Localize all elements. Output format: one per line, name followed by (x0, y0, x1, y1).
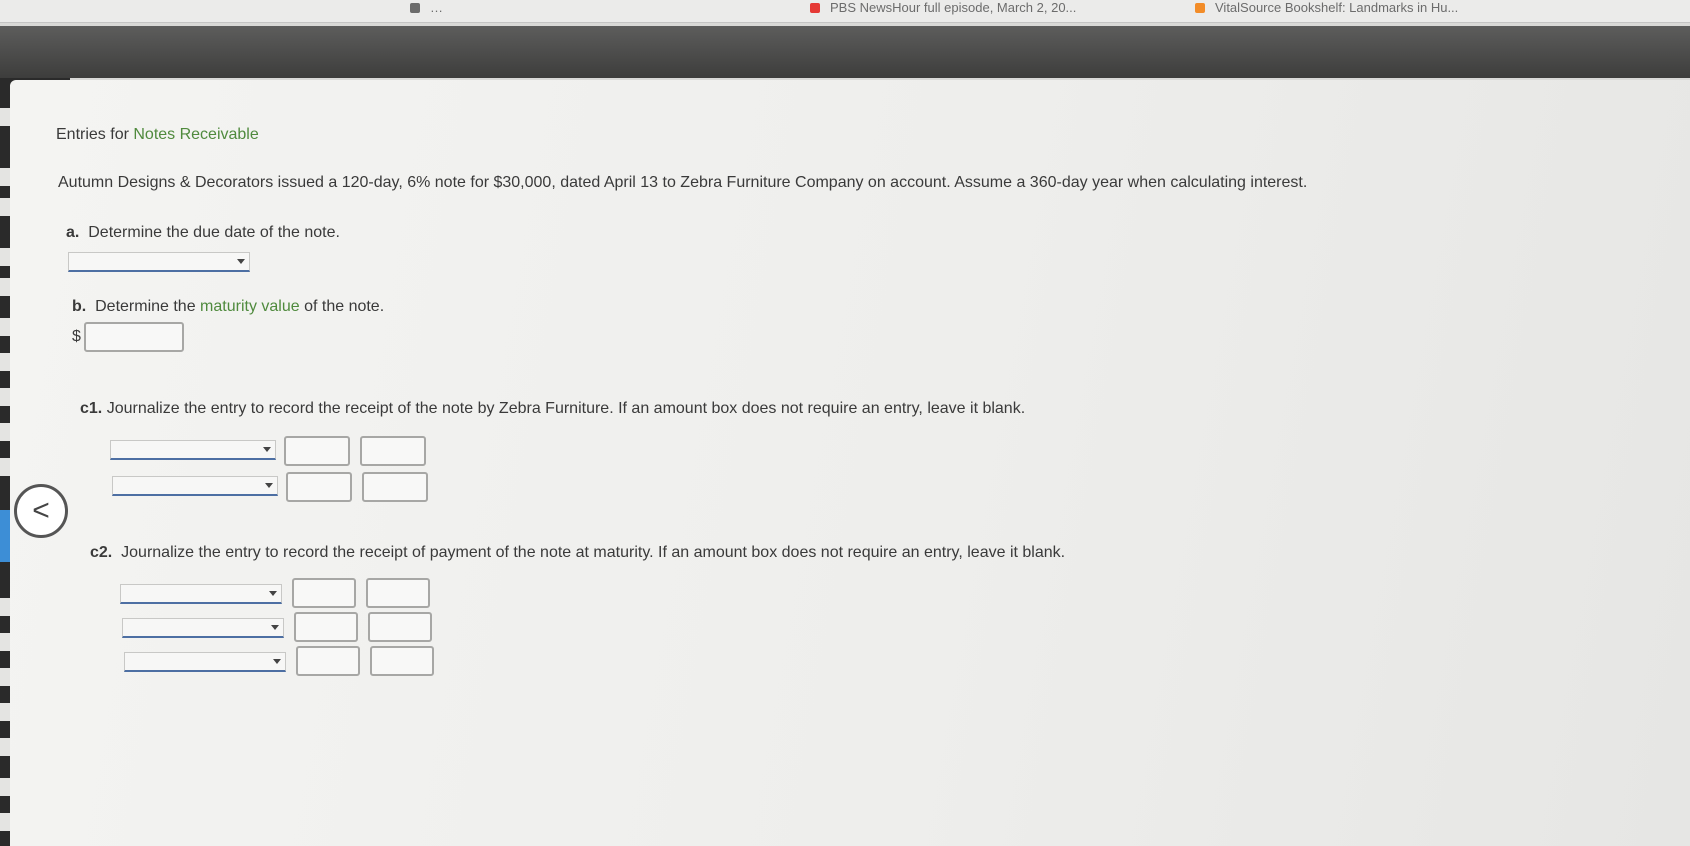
c1-debit-input-1[interactable] (284, 436, 350, 466)
page-title: Entries for Notes Receivable (56, 126, 259, 143)
part-c2-prompt: c2. Journalize the entry to record the r… (90, 544, 1066, 561)
c2-debit-input-1[interactable] (292, 578, 356, 608)
c2-debit-input-2[interactable] (294, 612, 358, 642)
c2-credit-input-3[interactable] (370, 646, 434, 676)
back-button[interactable]: < (14, 484, 68, 538)
dropdown-arrow-icon (269, 591, 277, 596)
problem-statement: Autumn Designs & Decorators issued a 120… (58, 174, 1308, 191)
question-page (10, 80, 1690, 846)
browser-tab-1[interactable]: … (400, 0, 740, 18)
toolbar-band (0, 26, 1690, 78)
c2-account-select-1[interactable] (120, 584, 282, 604)
dropdown-arrow-icon (265, 483, 273, 488)
c2-debit-input-3[interactable] (296, 646, 360, 676)
c2-credit-input-2[interactable] (368, 612, 432, 642)
c1-debit-input-2[interactable] (286, 472, 352, 502)
c2-credit-input-1[interactable] (366, 578, 430, 608)
dropdown-arrow-icon (263, 447, 271, 452)
maturity-value-input[interactable] (84, 322, 184, 352)
c1-account-select-2[interactable] (112, 476, 278, 496)
dropdown-arrow-icon (237, 259, 245, 264)
maturity-value-link[interactable]: maturity value (200, 298, 300, 315)
tab-favicon-icon (1195, 3, 1205, 13)
tab-favicon-icon (410, 3, 420, 13)
browser-tab-3[interactable]: VitalSource Bookshelf: Landmarks in Hu..… (1185, 0, 1525, 18)
chevron-left-icon: < (32, 494, 50, 527)
c1-account-select-1[interactable] (110, 440, 276, 460)
browser-tab-2[interactable]: PBS NewsHour full episode, March 2, 20..… (800, 0, 1140, 18)
part-c1-prompt: c1. Journalize the entry to record the r… (80, 400, 1026, 417)
dropdown-arrow-icon (271, 625, 279, 630)
tab-favicon-icon (810, 3, 820, 13)
due-date-select[interactable] (68, 252, 250, 272)
notes-receivable-link[interactable]: Notes Receivable (133, 126, 258, 143)
currency-symbol: $ (72, 328, 81, 345)
c1-credit-input-1[interactable] (360, 436, 426, 466)
c1-credit-input-2[interactable] (362, 472, 428, 502)
browser-tab-bar: … PBS NewsHour full episode, March 2, 20… (0, 0, 1690, 23)
part-a-prompt: a. Determine the due date of the note. (66, 224, 340, 241)
c2-account-select-3[interactable] (124, 652, 286, 672)
c2-account-select-2[interactable] (122, 618, 284, 638)
dropdown-arrow-icon (273, 659, 281, 664)
part-b-prompt: b. Determine the maturity value of the n… (72, 298, 385, 315)
